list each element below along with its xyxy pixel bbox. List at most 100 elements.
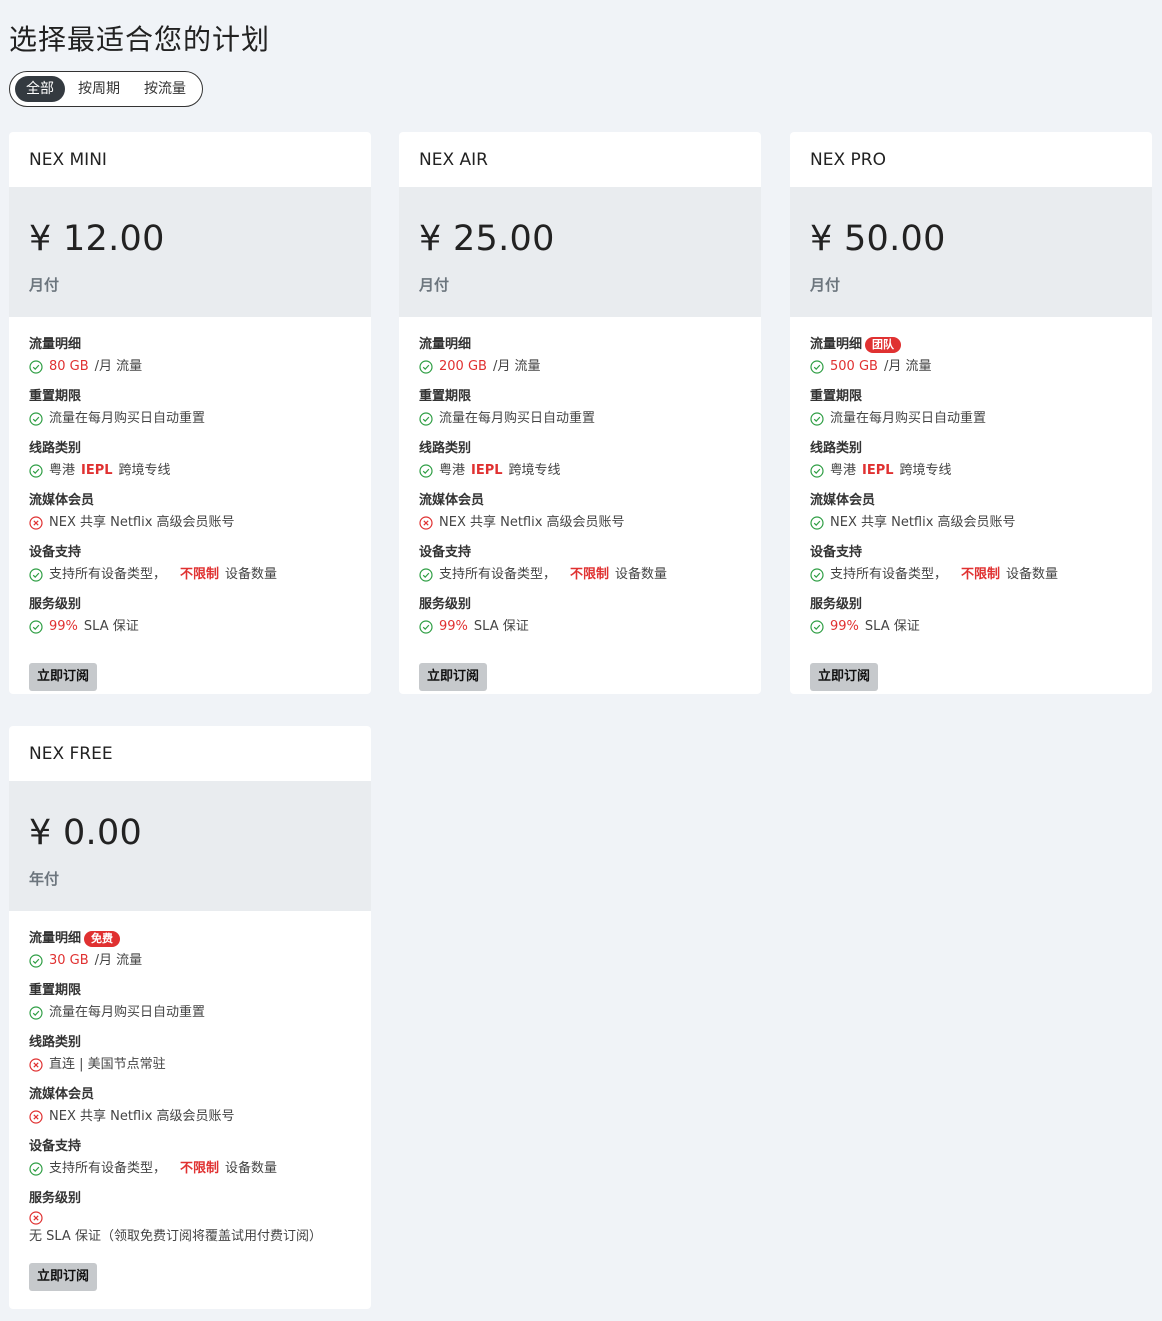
subscribe-button[interactable]: 立即订阅 <box>29 663 98 691</box>
page-title: 选择最适合您的计划 <box>9 23 271 56</box>
feature-line: 线路类别 粤港 IEPL 跨境专线 <box>419 439 741 481</box>
plan-name: NEX PRO <box>810 150 886 170</box>
reset-text: 流量在每月购买日自动重置 <box>49 1005 206 1020</box>
feature-device: 设备支持 支持所有设备类型， 不限制 设备数量 <box>419 543 741 585</box>
feature-service: 服务级别 99% SLA 保证 <box>810 595 1132 637</box>
team-badge: 团队 <box>865 337 902 353</box>
stream-text: NEX 共享 Netflix 高级会员账号 <box>49 515 235 530</box>
device-highlight: 不限制 <box>180 567 220 582</box>
filter-all-button[interactable]: 全部 <box>15 76 65 102</box>
filter-period-button[interactable]: 按周期 <box>67 76 131 102</box>
check-circle-icon <box>810 412 824 426</box>
feature-title: 流量明细 <box>810 337 863 352</box>
stream-text: NEX 共享 Netflix 高级会员账号 <box>49 1109 235 1124</box>
line-suffix: 跨境专线 <box>508 463 561 478</box>
plan-period: 年付 <box>29 870 60 888</box>
traffic-amount: 30 GB <box>49 953 89 968</box>
plan-features: 流量明细 80 GB/月 流量 重置期限 流量在每月购买日自动重置 线路类别 粤… <box>9 317 371 691</box>
check-circle-icon <box>810 464 824 478</box>
device-suffix: 设备数量 <box>1006 567 1059 582</box>
feature-traffic: 流量明细 200 GB/月 流量 <box>419 335 741 377</box>
feature-stream: 流媒体会员 NEX 共享 Netflix 高级会员账号 <box>419 491 741 533</box>
feature-title: 线路类别 <box>29 441 82 456</box>
feature-title: 流量明细 <box>419 337 472 352</box>
feature-title: 重置期限 <box>810 389 863 404</box>
feature-service: 服务级别 99% SLA 保证 <box>419 595 741 637</box>
feature-line: 线路类别 直连 | 美国节点常驻 <box>29 1033 351 1075</box>
feature-title: 流媒体会员 <box>419 493 485 508</box>
traffic-unit: /月 流量 <box>883 359 932 374</box>
subscribe-button[interactable]: 立即订阅 <box>29 1263 98 1291</box>
check-circle-icon <box>29 568 43 582</box>
price-box: ¥ 0.00 年付 <box>9 781 371 911</box>
device-suffix: 设备数量 <box>615 567 668 582</box>
sla-suffix: SLA 保证 <box>864 619 920 634</box>
plan-filter: 全部 按周期 按流量 <box>9 71 203 107</box>
feature-title: 重置期限 <box>29 983 82 998</box>
sla-text: 无 SLA 保证（领取免费订阅将覆盖试用付费订阅） <box>29 1229 322 1244</box>
feature-title: 服务级别 <box>29 597 82 612</box>
plan-features: 流量明细 免费 30 GB/月 流量 重置期限 流量在每月购买日自动重置 线路类别… <box>9 911 371 1291</box>
feature-title: 重置期限 <box>29 389 82 404</box>
plan-card-pro: NEX PRO ¥ 50.00 月付 流量明细 团队 500 GB/月 流量 重置… <box>790 132 1152 694</box>
check-circle-icon <box>29 360 43 374</box>
subscribe-button[interactable]: 立即订阅 <box>419 663 488 691</box>
feature-line: 线路类别 粤港 IEPL 跨境专线 <box>29 439 351 481</box>
feature-line: 线路类别 粤港 IEPL 跨境专线 <box>810 439 1132 481</box>
feature-traffic: 流量明细 团队 500 GB/月 流量 <box>810 335 1132 377</box>
cross-circle-icon <box>29 1058 43 1072</box>
cross-circle-icon <box>29 1110 43 1124</box>
traffic-amount: 200 GB <box>439 359 487 374</box>
line-highlight: IEPL <box>862 463 894 478</box>
feature-title: 设备支持 <box>29 1139 82 1154</box>
check-circle-icon <box>810 516 824 530</box>
plan-price: ¥ 12.00 <box>29 219 165 259</box>
sla-value: 99% <box>49 619 78 634</box>
feature-traffic: 流量明细 免费 30 GB/月 流量 <box>29 929 351 971</box>
sla-value: 99% <box>830 619 859 634</box>
plan-name: NEX AIR <box>419 150 488 170</box>
plan-name: NEX FREE <box>29 744 113 764</box>
check-circle-icon <box>29 412 43 426</box>
filter-traffic-button[interactable]: 按流量 <box>133 76 197 102</box>
traffic-unit: /月 流量 <box>94 953 143 968</box>
feature-title: 流量明细 <box>29 931 82 946</box>
check-circle-icon <box>810 620 824 634</box>
check-circle-icon <box>29 954 43 968</box>
plan-features: 流量明细 团队 500 GB/月 流量 重置期限 流量在每月购买日自动重置 线路类… <box>790 317 1152 691</box>
line-prefix: 粤港 <box>830 463 857 478</box>
line-highlight: IEPL <box>81 463 113 478</box>
subscribe-button[interactable]: 立即订阅 <box>810 663 879 691</box>
feature-title: 服务级别 <box>29 1191 82 1206</box>
cross-circle-icon <box>29 1211 43 1225</box>
check-circle-icon <box>29 1162 43 1176</box>
line-suffix: 跨境专线 <box>899 463 952 478</box>
plan-period: 月付 <box>419 276 450 294</box>
feature-title: 线路类别 <box>29 1035 82 1050</box>
check-circle-icon <box>419 620 433 634</box>
price-box: ¥ 50.00 月付 <box>790 187 1152 317</box>
feature-title: 服务级别 <box>810 597 863 612</box>
plan-page: 选择最适合您的计划 全部 按周期 按流量 NEX MINI ¥ 12.00 月付… <box>0 0 1162 1321</box>
traffic-amount: 80 GB <box>49 359 89 374</box>
reset-text: 流量在每月购买日自动重置 <box>830 411 987 426</box>
check-circle-icon <box>29 1006 43 1020</box>
feature-reset: 重置期限 流量在每月购买日自动重置 <box>810 387 1132 429</box>
traffic-unit: /月 流量 <box>94 359 143 374</box>
device-suffix: 设备数量 <box>225 1161 278 1176</box>
traffic-unit: /月 流量 <box>492 359 541 374</box>
feature-reset: 重置期限 流量在每月购买日自动重置 <box>29 981 351 1023</box>
feature-title: 线路类别 <box>810 441 863 456</box>
feature-title: 设备支持 <box>810 545 863 560</box>
check-circle-icon <box>419 412 433 426</box>
check-circle-icon <box>29 620 43 634</box>
check-circle-icon <box>419 360 433 374</box>
device-highlight: 不限制 <box>961 567 1001 582</box>
free-badge: 免费 <box>84 931 121 947</box>
feature-stream: 流媒体会员 NEX 共享 Netflix 高级会员账号 <box>810 491 1132 533</box>
feature-title: 设备支持 <box>29 545 82 560</box>
plan-period: 月付 <box>29 276 60 294</box>
line-highlight: IEPL <box>471 463 503 478</box>
feature-stream: 流媒体会员 NEX 共享 Netflix 高级会员账号 <box>29 1085 351 1127</box>
device-prefix: 支持所有设备类型， <box>49 1161 167 1176</box>
